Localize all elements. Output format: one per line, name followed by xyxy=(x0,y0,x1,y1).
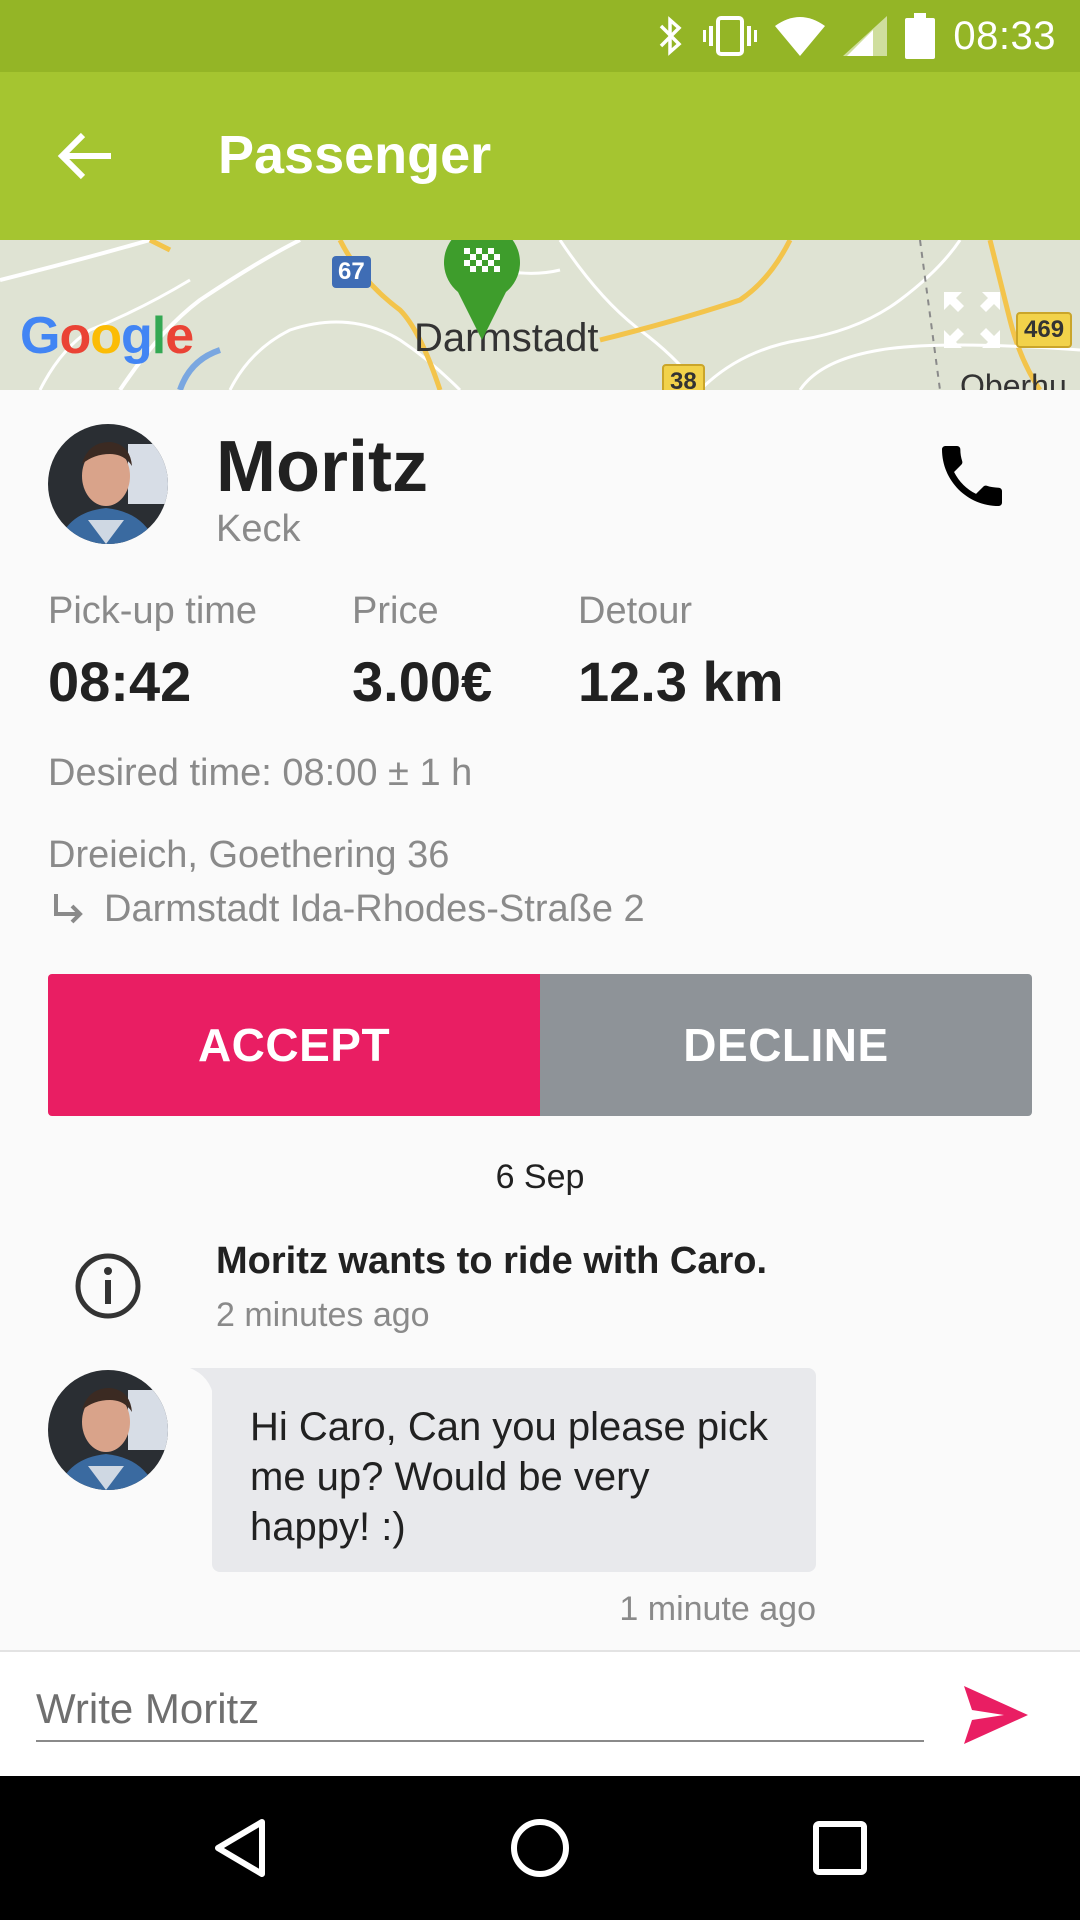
send-button[interactable] xyxy=(960,1682,1032,1748)
subdirectory-arrow-icon xyxy=(54,893,83,923)
nav-recents-button[interactable] xyxy=(760,1776,920,1920)
status-bar: 08:33 xyxy=(0,0,1080,72)
detour-stat: Detour 12.3 km xyxy=(578,590,784,714)
price-label: Price xyxy=(352,590,439,632)
status-time: 08:33 xyxy=(953,13,1056,58)
fullscreen-button[interactable] xyxy=(940,288,1004,352)
price-stat: Price 3.00€ xyxy=(352,590,492,714)
compose-bar xyxy=(0,1650,1080,1776)
vibrate-icon xyxy=(703,14,758,58)
accept-button[interactable]: ACCEPT xyxy=(48,974,540,1116)
map-preview[interactable]: Google 67 Darmstadt 38 469 Oberhu xyxy=(0,240,1080,390)
avatar[interactable] xyxy=(48,1370,168,1490)
pickup-time-label: Pick-up time xyxy=(48,590,258,632)
info-icon xyxy=(75,1253,141,1319)
nav-home-button[interactable] xyxy=(460,1776,620,1920)
route-destination: Darmstadt Ida-Rhodes-Straße 2 xyxy=(104,888,645,930)
phone-icon xyxy=(942,446,1002,506)
message-input[interactable] xyxy=(36,1686,924,1742)
passenger-last-name: Keck xyxy=(216,508,301,550)
price-value: 3.00€ xyxy=(352,650,493,713)
decline-button[interactable]: DECLINE xyxy=(540,974,1032,1116)
bubble-tail xyxy=(190,1368,214,1398)
avatar[interactable] xyxy=(48,424,168,544)
route-origin: Dreieich, Goethering 36 xyxy=(48,834,450,876)
back-button[interactable] xyxy=(40,116,130,196)
detour-label: Detour xyxy=(578,590,693,632)
fullscreen-icon xyxy=(944,292,1000,348)
highway-shield: 67 xyxy=(332,256,371,288)
pickup-time-value: 08:42 xyxy=(48,650,192,713)
bluetooth-icon xyxy=(657,14,685,58)
passenger-first-name: Moritz xyxy=(216,427,428,507)
message-bubble: Hi Caro, Can you please pick me up? Woul… xyxy=(212,1368,816,1572)
app-bar: Passenger xyxy=(0,72,1080,240)
system-message-time: 2 minutes ago xyxy=(216,1296,430,1334)
desired-time: Desired time: 08:00 ± 1 h xyxy=(48,752,473,794)
pickup-time-stat: Pick-up time 08:42 xyxy=(48,590,257,714)
request-actions: ACCEPT DECLINE xyxy=(48,974,1032,1116)
google-logo: Google xyxy=(20,307,194,365)
detour-value: 12.3 km xyxy=(578,650,784,713)
system-message-text: Moritz wants to ride with Caro. xyxy=(216,1240,768,1282)
arrow-left-icon xyxy=(57,132,111,180)
map-city-label: Oberhu xyxy=(960,368,1067,390)
triangle-back-icon xyxy=(215,1819,265,1877)
square-recents-icon xyxy=(813,1821,867,1875)
send-icon xyxy=(964,1686,1028,1744)
signal-icon xyxy=(843,16,888,56)
road-shield: 469 xyxy=(1016,312,1073,348)
message-time: 1 minute ago xyxy=(619,1590,816,1628)
circle-home-icon xyxy=(511,1819,569,1877)
battery-icon xyxy=(905,13,936,59)
checkered-flag-pin-icon xyxy=(440,240,524,345)
system-nav-bar xyxy=(0,1776,1080,1920)
page-title: Passenger xyxy=(218,125,492,185)
route-destination-row: Darmstadt Ida-Rhodes-Straße 2 xyxy=(48,888,645,931)
call-button[interactable] xyxy=(932,436,1012,516)
road-shield: 38 xyxy=(662,364,705,390)
chat-date-divider: 6 Sep xyxy=(495,1158,585,1196)
status-icons: 08:33 xyxy=(657,0,1056,72)
nav-back-button[interactable] xyxy=(160,1776,320,1920)
wifi-icon xyxy=(775,16,826,56)
